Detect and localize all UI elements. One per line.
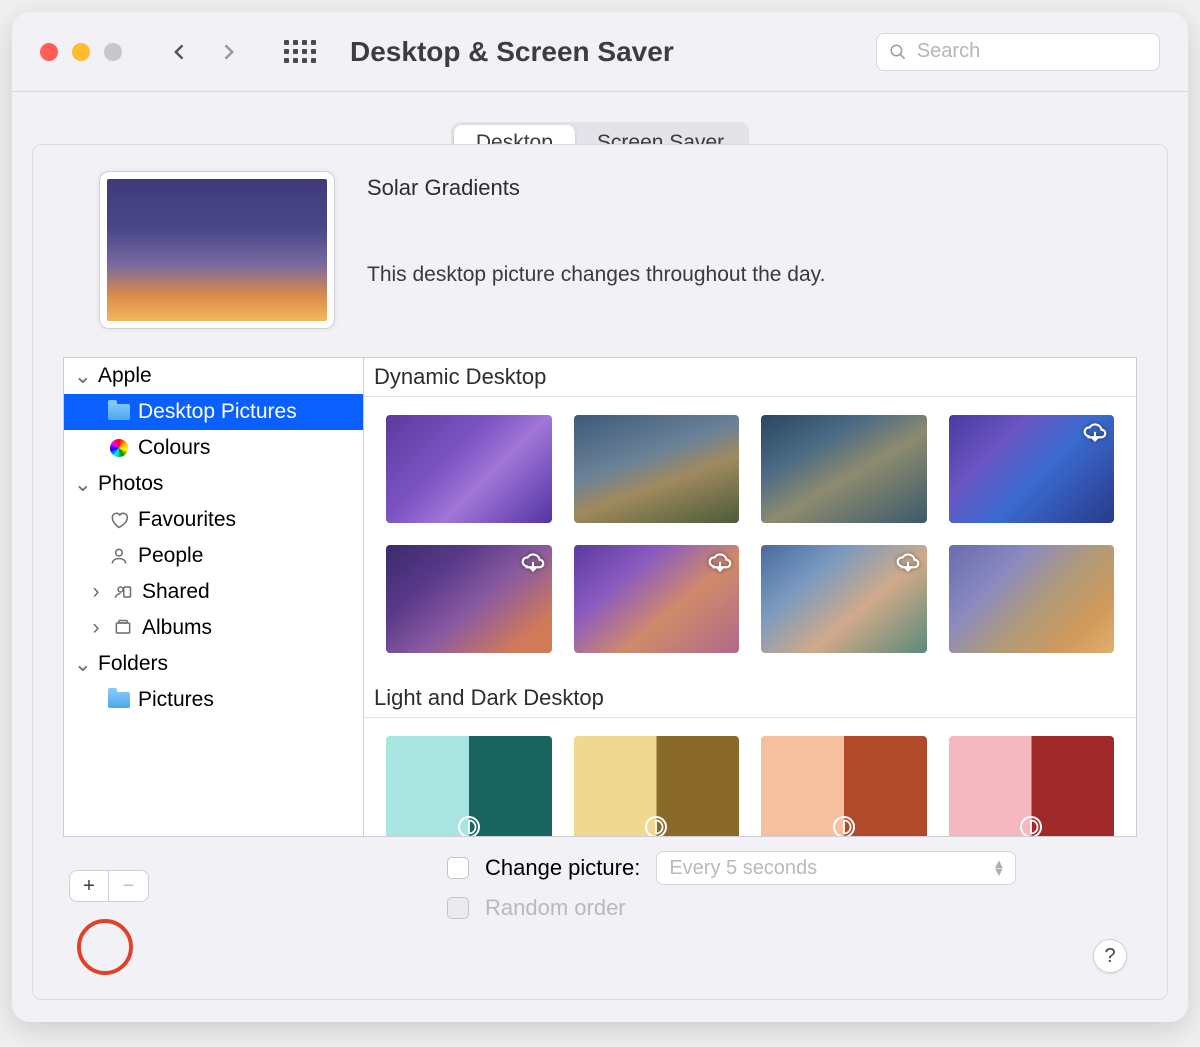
sidebar-item[interactable]: › Shared <box>64 574 363 610</box>
wallpaper-thumbnail[interactable] <box>386 415 552 523</box>
split-view: ⌄ Apple Desktop Pictures Colours ⌄ Photos Favo… <box>63 357 1137 837</box>
wallpaper-thumbnail[interactable] <box>949 545 1115 653</box>
sidebar-item-label: Albums <box>142 616 212 640</box>
wallpaper-description: This desktop picture changes throughout … <box>367 263 825 287</box>
search-icon <box>889 42 907 62</box>
sidebar-group-header[interactable]: ⌄ Photos <box>64 466 363 502</box>
sidebar-item-label: People <box>138 544 203 568</box>
wallpaper-thumbnail[interactable] <box>761 736 927 836</box>
titlebar: Desktop & Screen Saver <box>12 12 1188 92</box>
annotation-highlight <box>77 919 133 975</box>
gallery-section-header: Dynamic Desktop <box>364 358 1136 397</box>
appearance-mode-icon <box>458 816 480 836</box>
chevron-down-icon: ⌄ <box>74 472 90 497</box>
appearance-mode-icon <box>1020 816 1042 836</box>
gallery-section-header: Light and Dark Desktop <box>364 679 1136 718</box>
cloud-download-icon <box>707 551 733 571</box>
shared-icon <box>112 581 134 603</box>
wallpaper-thumbnail[interactable] <box>574 736 740 836</box>
help-button[interactable]: ? <box>1093 939 1127 973</box>
album-icon <box>112 617 134 639</box>
options: Change picture: Every 5 seconds ▲▼ Rando… <box>447 851 1016 921</box>
chevron-right-icon: › <box>88 616 104 640</box>
cloud-download-icon <box>1082 421 1108 441</box>
add-folder-button[interactable]: + <box>69 870 109 902</box>
sidebar-item-label: Shared <box>142 580 210 604</box>
sidebar-group-label: Photos <box>98 472 163 496</box>
sidebar-item[interactable]: People <box>64 538 363 574</box>
thumbnail-grid <box>364 718 1136 836</box>
chevron-right-icon: › <box>88 580 104 604</box>
sidebar-group-header[interactable]: ⌄ Apple <box>64 358 363 394</box>
window-controls <box>40 43 122 61</box>
sidebar-group-header[interactable]: ⌄ Folders <box>64 646 363 682</box>
random-order-label: Random order <box>485 895 626 921</box>
change-picture-checkbox[interactable] <box>447 857 469 879</box>
wallpaper-thumbnail[interactable] <box>949 415 1115 523</box>
appearance-mode-icon <box>833 816 855 836</box>
stepper-arrows-icon: ▲▼ <box>992 860 1005 876</box>
remove-folder-button[interactable]: − <box>109 870 149 902</box>
footer: + − Change picture: Every 5 seconds ▲▼ <box>63 851 1137 921</box>
forward-button[interactable] <box>218 42 238 62</box>
sidebar-item-label: Pictures <box>138 688 214 712</box>
change-picture-label: Change picture: <box>485 855 640 881</box>
wallpaper-thumbnail[interactable] <box>761 415 927 523</box>
sidebar-item[interactable]: Pictures <box>64 682 363 718</box>
close-window-button[interactable] <box>40 43 58 61</box>
back-button[interactable] <box>170 42 190 62</box>
sidebar-item[interactable]: Colours <box>64 430 363 466</box>
sidebar-item[interactable]: Desktop Pictures <box>64 394 363 430</box>
random-order-checkbox <box>447 897 469 919</box>
folder-icon <box>108 401 130 423</box>
content-panel: Solar Gradients This desktop picture cha… <box>32 144 1168 1000</box>
wallpaper-thumbnail[interactable] <box>761 545 927 653</box>
sidebar-item[interactable]: Favourites <box>64 502 363 538</box>
folder-icon <box>108 689 130 711</box>
body: Desktop Screen Saver Solar Gradients Thi… <box>12 92 1188 1022</box>
add-remove-buttons: + − <box>69 870 149 902</box>
chevron-down-icon: ⌄ <box>74 652 90 677</box>
wallpaper-thumbnail[interactable] <box>386 545 552 653</box>
preview-image <box>107 179 327 321</box>
pane-title: Desktop & Screen Saver <box>350 36 674 68</box>
sidebar-group-label: Apple <box>98 364 152 388</box>
sidebar-item-label: Desktop Pictures <box>138 400 297 424</box>
thumbnail-grid <box>364 397 1136 679</box>
sidebar-item-label: Colours <box>138 436 210 460</box>
preview-text: Solar Gradients This desktop picture cha… <box>367 171 825 287</box>
minimize-window-button[interactable] <box>72 43 90 61</box>
cloud-download-icon <box>895 551 921 571</box>
nav-buttons <box>170 42 238 62</box>
heart-icon <box>108 509 130 531</box>
preview-row: Solar Gradients This desktop picture cha… <box>63 171 1137 329</box>
search-input[interactable] <box>917 40 1147 63</box>
colour-wheel-icon <box>108 437 130 459</box>
preferences-window: Desktop & Screen Saver Desktop Screen Sa… <box>12 12 1188 1022</box>
wallpaper-thumbnail[interactable] <box>574 415 740 523</box>
wallpaper-thumbnail[interactable] <box>949 736 1115 836</box>
person-icon <box>108 545 130 567</box>
wallpaper-name: Solar Gradients <box>367 175 825 201</box>
appearance-mode-icon <box>645 816 667 836</box>
cloud-download-icon <box>520 551 546 571</box>
interval-select[interactable]: Every 5 seconds ▲▼ <box>656 851 1016 885</box>
search-field[interactable] <box>876 33 1160 71</box>
wallpaper-thumbnail[interactable] <box>574 545 740 653</box>
source-list[interactable]: ⌄ Apple Desktop Pictures Colours ⌄ Photos Favo… <box>64 358 364 836</box>
preview-frame <box>99 171 335 329</box>
zoom-window-button[interactable] <box>104 43 122 61</box>
interval-value: Every 5 seconds <box>669 857 817 880</box>
gallery[interactable]: Dynamic Desktop Light and Dark Desktop <box>364 358 1136 836</box>
sidebar-item-label: Favourites <box>138 508 236 532</box>
sidebar-group-label: Folders <box>98 652 168 676</box>
wallpaper-thumbnail[interactable] <box>386 736 552 836</box>
show-all-icon[interactable] <box>284 40 316 63</box>
chevron-down-icon: ⌄ <box>74 364 90 389</box>
sidebar-item[interactable]: › Albums <box>64 610 363 646</box>
